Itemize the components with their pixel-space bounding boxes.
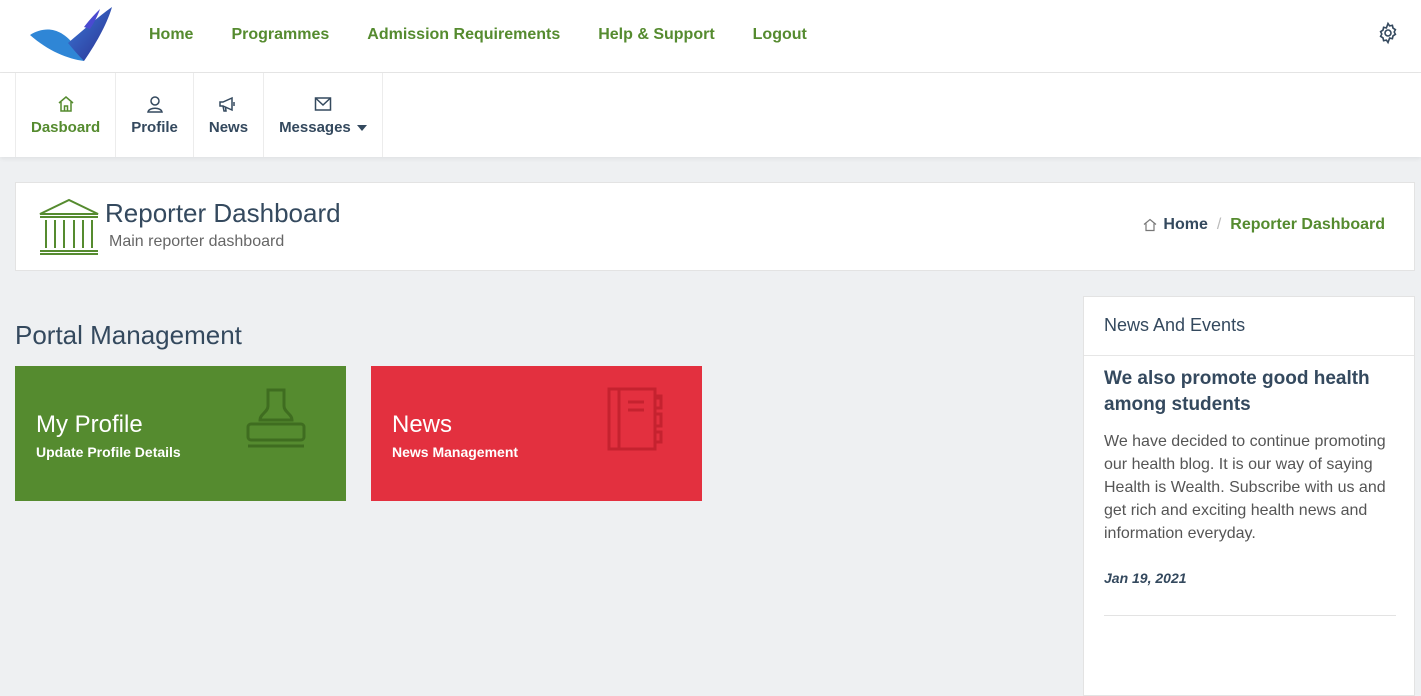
tab-news[interactable]: News — [192, 73, 263, 157]
envelope-icon — [314, 96, 332, 111]
page-title: Reporter Dashboard — [105, 198, 341, 228]
tab-news-label: News — [208, 118, 249, 136]
main-nav: Home Programmes Admission Requirements H… — [149, 0, 845, 69]
tab-dashboard-label: Dasboard — [31, 118, 101, 136]
notebook-icon — [607, 387, 663, 451]
news-item-text: We have decided to continue promoting ou… — [1104, 433, 1386, 542]
news-panel-body[interactable]: We also promote good health among studen… — [1084, 356, 1414, 696]
news-panel-heading: News And Events — [1084, 297, 1414, 356]
tab-messages-label: Messages — [279, 118, 351, 136]
tile-title: News — [392, 411, 453, 438]
news-divider — [1104, 615, 1396, 616]
gear-icon[interactable] — [1376, 21, 1400, 45]
breadcrumb-current: Reporter Dashboard — [1230, 216, 1385, 233]
tab-dashboard[interactable]: Dasboard — [15, 73, 115, 157]
portal-management-title: Portal Management — [15, 320, 242, 350]
tile-title: My Profile — [36, 411, 143, 438]
logo[interactable] — [28, 5, 114, 63]
tab-messages[interactable]: Messages — [263, 73, 383, 157]
stamp-icon — [246, 388, 306, 448]
nav-logout[interactable]: Logout — [753, 26, 807, 44]
tile-subtitle: News Management — [392, 444, 519, 460]
caret-down-icon — [356, 124, 367, 131]
tile-subtitle: Update Profile Details — [36, 444, 181, 460]
page-header: Reporter Dashboard Main reporter dashboa… — [15, 182, 1415, 271]
megaphone-icon — [219, 96, 236, 112]
tab-messages-row: Messages — [279, 119, 367, 136]
breadcrumb: Home / Reporter Dashboard — [1143, 216, 1385, 234]
top-navbar: Home Programmes Admission Requirements H… — [0, 0, 1421, 73]
nav-help-support[interactable]: Help & Support — [598, 26, 714, 44]
news-events-panel: News And Events We also promote good hea… — [1083, 296, 1415, 696]
nav-home[interactable]: Home — [149, 26, 193, 44]
news-item-title[interactable]: We also promote good health among studen… — [1104, 366, 1394, 418]
home-icon — [58, 95, 74, 112]
tab-profile-label: Profile — [131, 118, 178, 136]
nav-programmes[interactable]: Programmes — [231, 26, 329, 44]
sub-navbar: Dasboard Profile News Messages — [0, 73, 1421, 157]
my-profile-tile[interactable]: My Profile Update Profile Details — [15, 366, 346, 501]
user-icon — [146, 95, 163, 113]
news-item-date: Jan 19, 2021 — [1104, 570, 1187, 586]
page-subtitle: Main reporter dashboard — [109, 233, 285, 250]
tab-profile[interactable]: Profile — [115, 73, 193, 157]
breadcrumb-separator: / — [1216, 216, 1222, 233]
institution-icon — [39, 198, 99, 255]
news-tile[interactable]: News News Management — [371, 366, 702, 501]
breadcrumb-home[interactable]: Home — [1163, 216, 1207, 234]
home-icon — [1144, 218, 1157, 232]
nav-admission-requirements[interactable]: Admission Requirements — [367, 26, 560, 44]
